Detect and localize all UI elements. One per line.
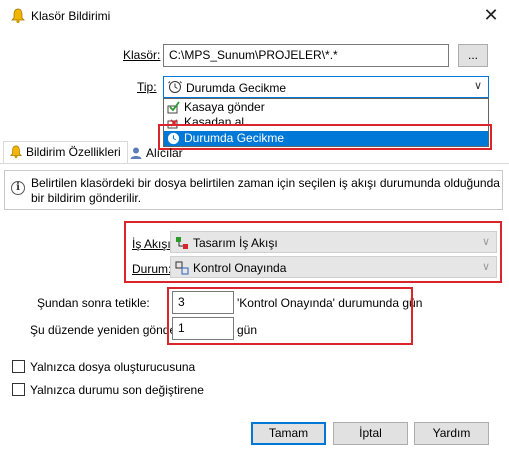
workflow-combobox[interactable]: Tasarım İş Akışı ∨: [170, 231, 497, 253]
dropdown-item-check-out[interactable]: Kasadan al: [164, 115, 488, 130]
state-combobox[interactable]: Kontrol Onayında ∨: [170, 256, 497, 278]
dropdown-item-label: Durumda Gecikme: [184, 131, 285, 145]
dropdown-item-check-in[interactable]: Kasaya gönder: [164, 100, 488, 115]
trigger-after-input[interactable]: 3: [172, 291, 234, 314]
workflow-label: İş Akışı:: [132, 237, 175, 251]
tab-strip-line: [0, 163, 509, 164]
chevron-down-icon[interactable]: ∨: [474, 79, 482, 92]
folder-label: Klasör:: [123, 48, 161, 62]
only-last-changer-checkbox[interactable]: [12, 383, 25, 396]
user-icon: [130, 147, 142, 159]
cancel-button[interactable]: İptal: [333, 422, 408, 445]
chevron-down-icon[interactable]: ∨: [482, 260, 490, 273]
only-creator-label: Yalnızca dosya oluşturucusuna: [30, 360, 196, 374]
only-last-changer-label: Yalnızca durumu son değiştirene: [30, 383, 204, 397]
tab-recipients[interactable]: Alıcılar: [124, 143, 189, 165]
help-button[interactable]: Yardım: [414, 422, 489, 445]
info-text: Belirtilen klasördeki bir dosya belirtil…: [31, 176, 500, 205]
state-label: Durum:: [132, 262, 172, 276]
ok-button[interactable]: Tamam: [251, 422, 326, 445]
info-icon: i: [11, 181, 25, 195]
type-selected-value: Durumda Gecikme: [186, 81, 287, 95]
dropdown-item-label: Kasadan al: [184, 115, 245, 129]
trigger-after-suffix: 'Kontrol Onayında' durumunda gün: [237, 296, 423, 310]
title-bar: Klasör Bildirimi ✕: [0, 0, 509, 32]
workflow-value: Tasarım İş Akışı: [193, 236, 278, 250]
window-title: Klasör Bildirimi: [31, 9, 111, 23]
browse-button[interactable]: ...: [458, 44, 488, 67]
trigger-after-label: Şundan sonra tetikle:: [37, 296, 150, 310]
state-value: Kontrol Onayında: [193, 261, 287, 275]
info-box: i Belirtilen klasördeki bir dosya belirt…: [4, 170, 503, 210]
folder-path-input[interactable]: C:\MPS_Sunum\PROJELER\*.*: [163, 44, 449, 67]
state-icon: [175, 261, 189, 275]
tab-label: Alıcılar: [146, 146, 183, 160]
resend-label: Şu düzende yeniden gönder:: [30, 323, 184, 337]
workflow-icon: [176, 237, 188, 249]
type-dropdown-list[interactable]: Kasaya gönder Kasadan al Durumda Gecikme: [163, 98, 489, 147]
close-button[interactable]: ✕: [478, 3, 504, 29]
tab-label: Bildirim Özellikleri: [26, 145, 121, 159]
dropdown-item-label: Kasaya gönder: [184, 100, 265, 114]
delay-clock-icon: [168, 81, 182, 93]
type-combobox[interactable]: Durumda Gecikme ∨: [163, 76, 489, 98]
resend-suffix: gün: [237, 323, 258, 337]
tab-notification-properties[interactable]: Bildirim Özellikleri: [3, 141, 128, 163]
bell-icon: [9, 145, 23, 159]
only-creator-checkbox[interactable]: [12, 360, 25, 373]
check-out-icon: [167, 119, 178, 129]
dropdown-item-delay[interactable]: Durumda Gecikme: [164, 131, 488, 146]
check-in-icon: [167, 101, 180, 114]
resend-interval-input[interactable]: 1: [172, 317, 234, 340]
bell-icon: [11, 8, 25, 24]
chevron-down-icon[interactable]: ∨: [482, 235, 490, 248]
type-label: Tip:: [137, 80, 157, 94]
